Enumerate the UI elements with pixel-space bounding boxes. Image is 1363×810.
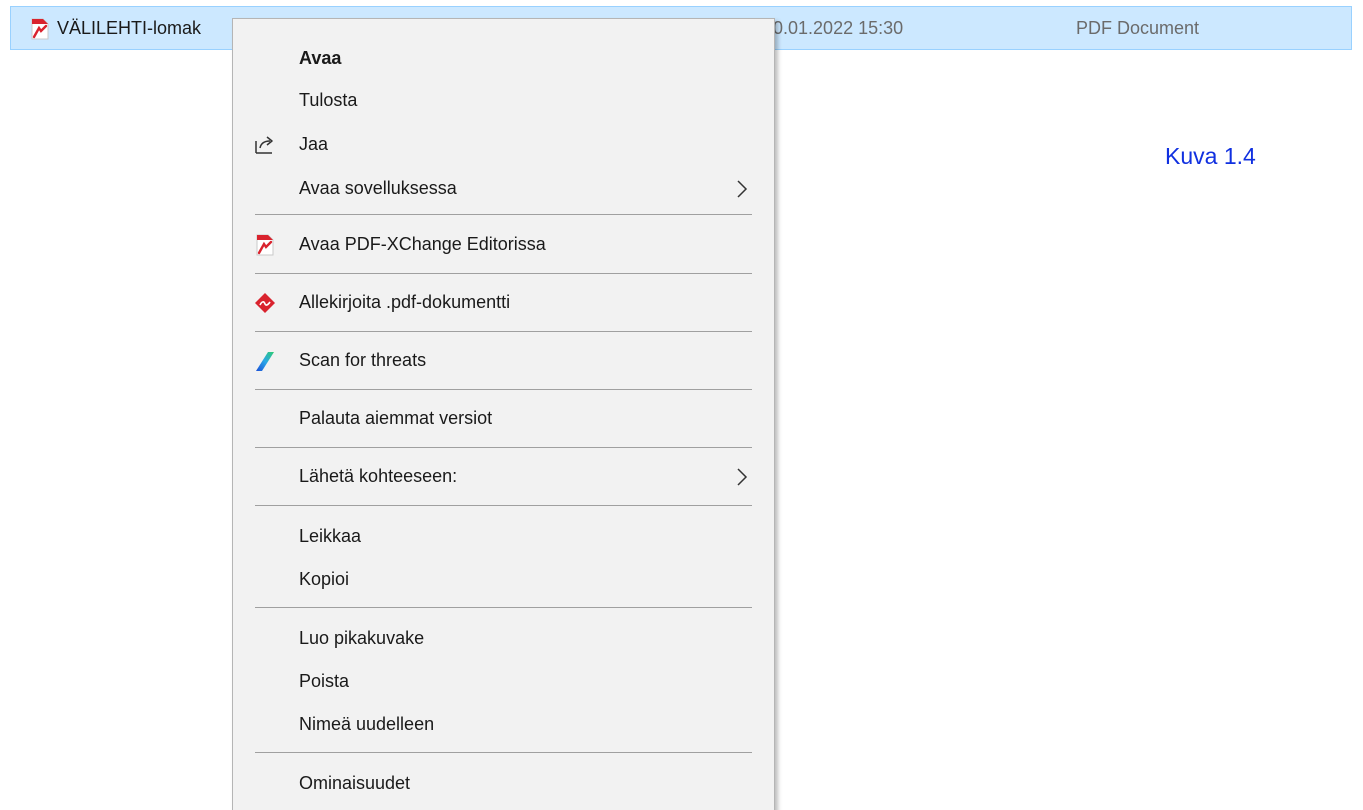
context-menu: Avaa Tulosta Jaa Avaa sovelluksessa Avaa… xyxy=(232,18,775,810)
menu-separator xyxy=(255,389,752,390)
menu-item-properties[interactable]: Ominaisuudet xyxy=(233,764,774,804)
menu-item-label: Avaa sovelluksessa xyxy=(299,178,457,198)
menu-separator xyxy=(255,273,752,274)
menu-separator xyxy=(255,607,752,608)
menu-item-label: Lähetä kohteeseen: xyxy=(299,466,458,486)
menu-item-label: Nimeä uudelleen xyxy=(299,714,435,734)
menu-item-open[interactable]: Avaa xyxy=(233,39,774,79)
menu-item-label: Palauta aiemmat versiot xyxy=(299,408,493,428)
file-modified-date: 20.01.2022 15:30 xyxy=(763,18,904,38)
menu-separator xyxy=(255,447,752,448)
menu-item-label: Jaa xyxy=(299,134,329,154)
file-type: PDF Document xyxy=(1076,18,1200,38)
menu-item-open-pdf-xchange[interactable]: Avaa PDF-XChange Editorissa xyxy=(233,225,774,265)
menu-item-cut[interactable]: Leikkaa xyxy=(233,517,774,557)
menu-item-label: Allekirjoita .pdf-dokumentti xyxy=(299,292,511,312)
menu-item-label: Kopioi xyxy=(299,569,350,589)
menu-item-rename[interactable]: Nimeä uudelleen xyxy=(233,705,774,745)
menu-separator xyxy=(255,331,752,332)
chevron-right-icon xyxy=(735,466,749,488)
menu-item-sign-pdf[interactable]: Allekirjoita .pdf-dokumentti xyxy=(233,283,774,323)
menu-item-label: Avaa xyxy=(299,48,342,68)
menu-item-label: Poista xyxy=(299,671,350,691)
signature-icon xyxy=(253,291,277,315)
menu-separator xyxy=(255,752,752,753)
menu-item-share[interactable]: Jaa xyxy=(233,125,774,165)
explorer-window: VÄLILEHTI-lomak 20.01.2022 15:30 PDF Doc… xyxy=(0,0,1363,810)
pdf-file-icon xyxy=(29,18,51,40)
file-name: VÄLILEHTI-lomak xyxy=(57,18,202,38)
menu-item-scan-threats[interactable]: Scan for threats xyxy=(233,341,774,381)
menu-item-label: Avaa PDF-XChange Editorissa xyxy=(299,234,546,254)
share-icon xyxy=(253,133,277,157)
menu-item-restore-versions[interactable]: Palauta aiemmat versiot xyxy=(233,399,774,439)
menu-item-label: Luo pikakuvake xyxy=(299,628,425,648)
menu-item-label: Scan for threats xyxy=(299,350,427,370)
menu-item-label: Tulosta xyxy=(299,90,358,110)
menu-item-print[interactable]: Tulosta xyxy=(233,81,774,121)
pdf-xchange-icon xyxy=(253,233,277,257)
menu-separator xyxy=(255,505,752,506)
menu-item-label: Leikkaa xyxy=(299,526,362,546)
menu-item-create-shortcut[interactable]: Luo pikakuvake xyxy=(233,619,774,659)
menu-separator xyxy=(255,214,752,215)
menu-item-delete[interactable]: Poista xyxy=(233,662,774,702)
menu-item-open-with[interactable]: Avaa sovelluksessa xyxy=(233,169,774,209)
menu-item-copy[interactable]: Kopioi xyxy=(233,560,774,600)
chevron-right-icon xyxy=(735,178,749,200)
menu-item-label: Ominaisuudet xyxy=(299,773,411,793)
figure-caption: Kuva 1.4 xyxy=(1165,143,1256,169)
menu-item-send-to[interactable]: Lähetä kohteeseen: xyxy=(233,457,774,497)
antivirus-scan-icon xyxy=(253,349,277,373)
